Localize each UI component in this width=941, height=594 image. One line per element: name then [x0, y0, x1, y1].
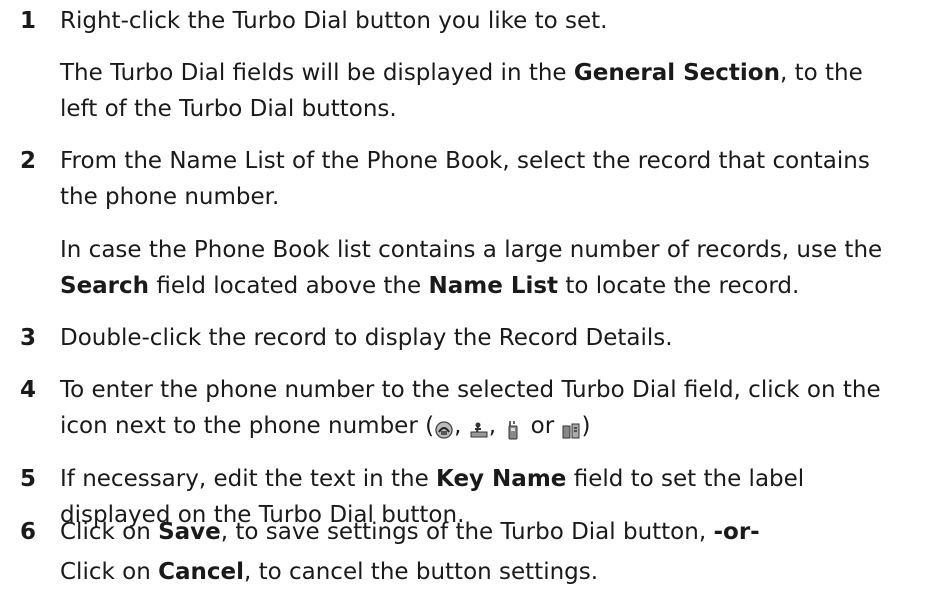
ui-term: Cancel [158, 559, 244, 585]
other-phone-icon [562, 423, 580, 438]
step-number: 3 [20, 325, 37, 351]
ui-term: Search [60, 273, 150, 299]
step-text-line: From the Name List of the Phone Book, se… [60, 148, 870, 174]
step-number: 6 [20, 519, 37, 545]
ui-term: Key Name [436, 466, 567, 492]
step-note-line: In case the Phone Book list contains a l… [60, 237, 883, 263]
step-text: Right-click the Turbo Dial button you li… [60, 8, 608, 34]
step-text-line: If necessary, edit the text in the Key N… [60, 466, 805, 492]
step-text: Double-click the record to display the R… [60, 325, 673, 351]
home-phone-icon [435, 420, 453, 439]
step-note-line: The Turbo Dial fields will be displayed … [60, 60, 863, 86]
step-text-line: the phone number. [60, 184, 280, 210]
step-note-line: left of the Turbo Dial buttons. [60, 96, 397, 122]
step-text-line: To enter the phone number to the selecte… [60, 377, 881, 403]
step-text-line: Click on Save, to save settings of the T… [60, 519, 760, 545]
ui-term: Name List [428, 273, 559, 299]
step-number: 4 [20, 377, 37, 403]
work-phone-icon [470, 422, 488, 437]
ui-term: General Section [573, 60, 780, 86]
step-text-line: icon next to the phone number (, , or ) [60, 413, 591, 439]
instruction-page: 1 Right-click the Turbo Dial button you … [0, 0, 941, 594]
step-number: 2 [20, 148, 37, 174]
ui-term: -or- [713, 519, 760, 545]
step-note-line: Search field located above the Name List… [60, 273, 800, 299]
step-number: 5 [20, 466, 37, 492]
step-number: 1 [20, 8, 37, 34]
ui-term: Save [158, 519, 221, 545]
mobile-phone-icon [508, 420, 518, 439]
step-text-line: Click on Cancel, to cancel the button se… [60, 559, 599, 585]
